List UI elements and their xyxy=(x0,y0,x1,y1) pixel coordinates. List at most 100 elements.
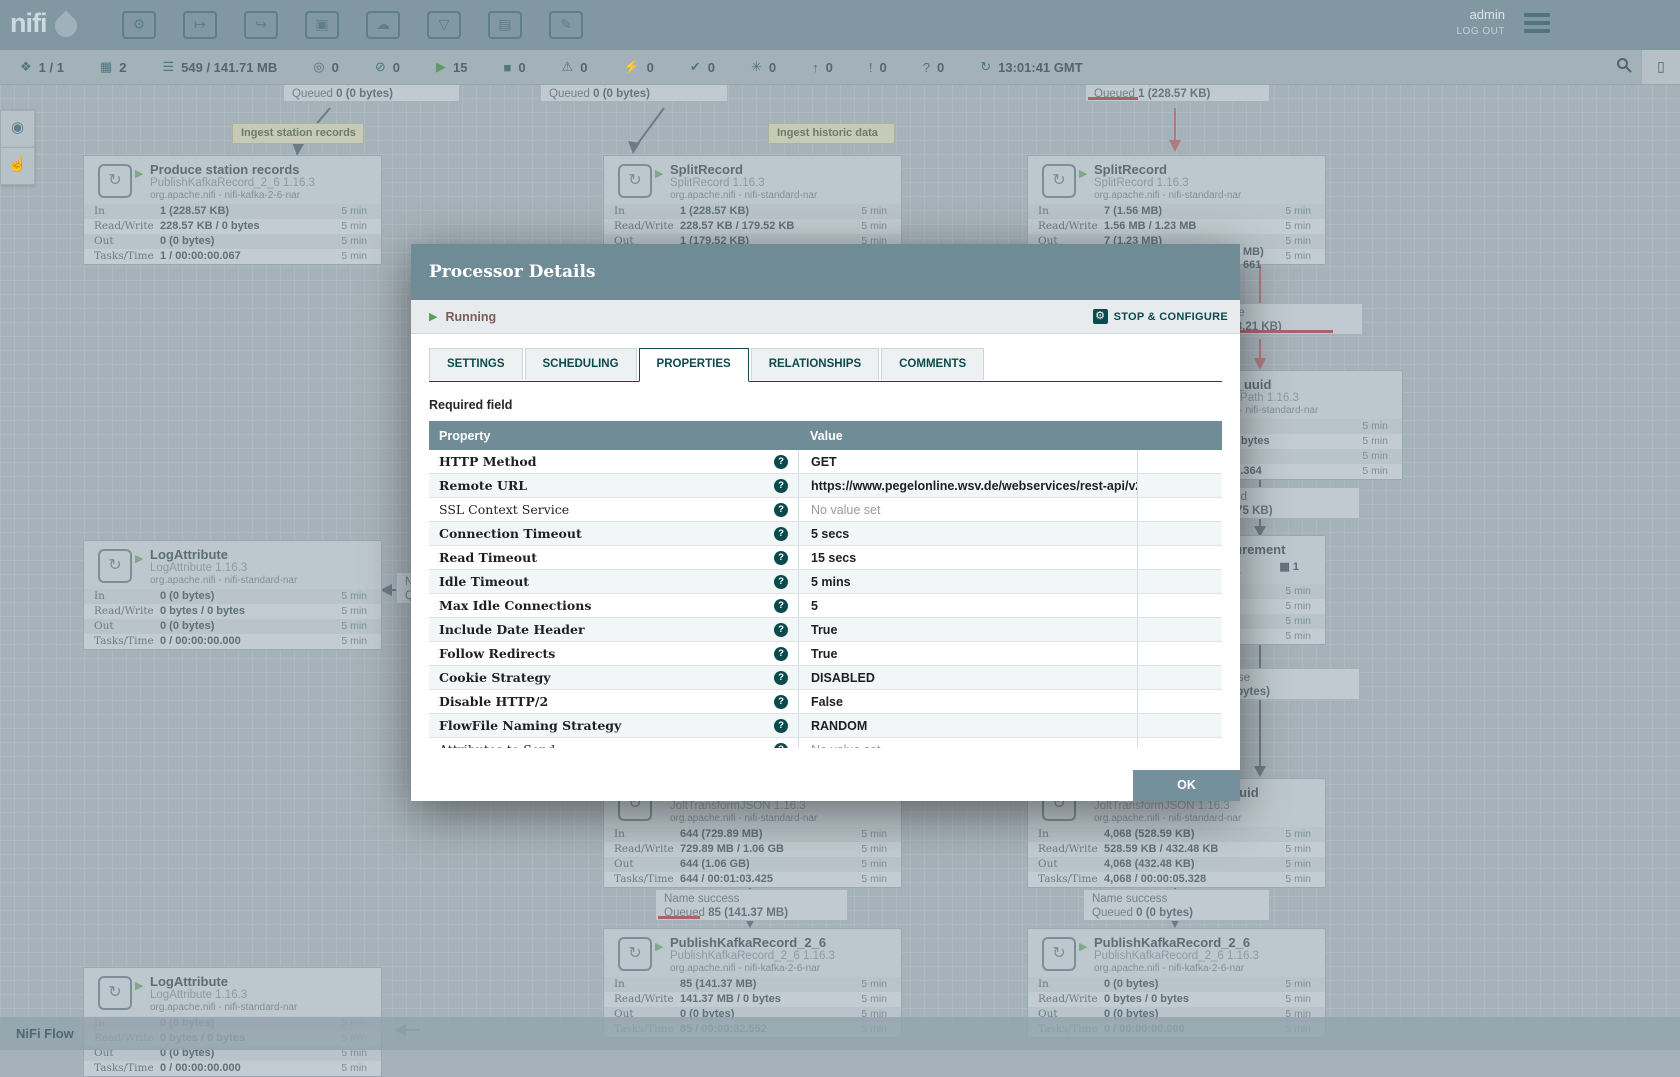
processor-name: SplitRecord xyxy=(670,162,743,177)
status-item-locally-modified: ✳0 xyxy=(751,59,776,75)
stat-label: Read/Write xyxy=(1038,220,1098,232)
processor-name: LogAttribute xyxy=(150,974,228,989)
dialog-tabs: SETTINGSSCHEDULINGPROPERTIESRELATIONSHIP… xyxy=(429,348,1222,382)
help-icon[interactable]: ? xyxy=(774,695,788,709)
help-icon[interactable]: ? xyxy=(774,671,788,685)
value-cell[interactable]: No value set xyxy=(798,738,1137,748)
stat-label: Read/Write xyxy=(614,993,674,1005)
tab-relationships[interactable]: RELATIONSHIPS xyxy=(751,348,879,380)
ok-button[interactable]: OK xyxy=(1133,770,1240,801)
current-user: admin xyxy=(1456,7,1505,22)
refresh-icon[interactable]: ↻ xyxy=(980,59,991,75)
stat-row: Tasks/Time4,068 / 00:00:05.3285 min xyxy=(1028,872,1325,887)
property-row: Remote URL?https://www.pegelonline.wsv.d… xyxy=(429,474,1222,498)
value-cell[interactable]: False xyxy=(798,690,1137,713)
stat-period: 5 min xyxy=(1285,220,1311,232)
run-state-icon: ▶ xyxy=(135,167,143,180)
funnel-icon[interactable]: ▽ xyxy=(427,11,461,39)
value-cell[interactable]: True xyxy=(798,642,1137,665)
value-cell[interactable]: DISABLED xyxy=(798,666,1137,689)
status-item-value: 2 xyxy=(119,60,126,75)
stat-period: 5 min xyxy=(861,843,887,855)
operate-panel-icon[interactable]: ▯ xyxy=(1641,50,1680,84)
stat-row: Read/Write228.57 KB / 0 bytes5 min xyxy=(84,219,381,234)
queue-count: Queued 0 (0 bytes) xyxy=(292,87,459,101)
stat-period: 5 min xyxy=(1285,615,1311,627)
status-item-stale: ↑0 xyxy=(812,59,833,75)
breadcrumb[interactable]: NiFi Flow xyxy=(16,1026,74,1041)
help-icon[interactable]: ? xyxy=(774,527,788,541)
status-item-value: 15 xyxy=(453,60,467,75)
tab-comments[interactable]: COMMENTS xyxy=(881,348,984,380)
help-icon[interactable]: ? xyxy=(774,743,788,749)
stat-period: 5 min xyxy=(341,590,367,602)
process-group-icon[interactable]: ▣ xyxy=(305,11,339,39)
tab-settings[interactable]: SETTINGS xyxy=(429,348,523,380)
stat-row: In1 (228.57 KB)5 min xyxy=(604,204,901,219)
label-icon[interactable]: ✎ xyxy=(549,11,583,39)
template-icon[interactable]: ▤ xyxy=(488,11,522,39)
processor-icon[interactable]: ⚙ xyxy=(122,11,156,39)
stat-row: In4,068 (528.59 KB)5 min xyxy=(1028,827,1325,842)
help-icon[interactable]: ? xyxy=(774,503,788,517)
input-port-icon[interactable]: ↦ xyxy=(183,11,217,39)
stat-period: 5 min xyxy=(861,220,887,232)
tab-scheduling[interactable]: SCHEDULING xyxy=(525,348,637,380)
last-refresh-time: 13:01:41 GMT xyxy=(998,60,1083,75)
stat-label: Out xyxy=(94,235,114,247)
value-cell[interactable]: 15 secs xyxy=(798,546,1137,569)
value-cell[interactable]: https://www.pegelonline.wsv.de/webservic… xyxy=(798,474,1137,497)
stat-period: 5 min xyxy=(341,1062,367,1074)
stop-configure-button[interactable]: STOP & CONFIGURE xyxy=(1114,311,1228,323)
property-cell: Connection Timeout? xyxy=(429,522,798,545)
invalid-icon: ⚠ xyxy=(562,59,574,75)
stat-period: 5 min xyxy=(861,858,887,870)
spacer-cell xyxy=(1137,522,1222,545)
help-icon[interactable]: ? xyxy=(774,455,788,469)
processor-type: LogAttribute 1.16.3 xyxy=(150,562,247,574)
value-cell[interactable]: No value set xyxy=(798,498,1137,521)
help-icon[interactable]: ? xyxy=(774,575,788,589)
global-menu-icon[interactable] xyxy=(1524,13,1550,37)
value-cell[interactable]: GET xyxy=(798,450,1137,473)
value-cell[interactable]: True xyxy=(798,618,1137,641)
stat-period: 5 min xyxy=(861,978,887,990)
stat-label: Read/Write xyxy=(1038,993,1098,1005)
output-port-icon[interactable]: ↪ xyxy=(244,11,278,39)
stat-label: Tasks/Time xyxy=(94,635,154,647)
status-item-value: 0 xyxy=(647,60,654,75)
value-cell[interactable]: 5 secs xyxy=(798,522,1137,545)
remote-process-group-icon[interactable]: ☁ xyxy=(366,11,400,39)
stat-row: In0 (0 bytes)5 min xyxy=(1028,977,1325,992)
stat-value: 644 / 00:01:03.425 xyxy=(680,873,773,885)
value-cell[interactable]: RANDOM xyxy=(798,714,1137,737)
backpressure-bar xyxy=(658,916,700,919)
status-item-value: 0 xyxy=(580,60,587,75)
property-row: Attributes to Send?No value set xyxy=(429,738,1222,748)
status-item-value: 549 / 141.71 MB xyxy=(181,60,277,75)
pan-hand-icon[interactable]: ☝ xyxy=(0,147,35,185)
stat-label: Tasks/Time xyxy=(1038,873,1098,885)
help-icon[interactable]: ? xyxy=(774,647,788,661)
help-icon[interactable]: ? xyxy=(774,623,788,637)
value-cell[interactable]: 5 xyxy=(798,594,1137,617)
birdseye-icon[interactable]: ◉ xyxy=(0,110,35,148)
help-icon[interactable]: ? xyxy=(774,479,788,493)
spacer-cell xyxy=(1137,714,1222,737)
stat-period: 5 min xyxy=(1285,250,1311,262)
help-icon[interactable]: ? xyxy=(774,551,788,565)
processor-type: SplitRecord 1.16.3 xyxy=(670,177,765,189)
search-icon[interactable] xyxy=(1607,57,1641,78)
tab-properties[interactable]: PROPERTIES xyxy=(639,348,749,382)
stat-period: 5 min xyxy=(341,235,367,247)
value-cell[interactable]: 5 mins xyxy=(798,570,1137,593)
stat-label: Read/Write xyxy=(614,843,674,855)
status-item-invalid: ⚠0 xyxy=(562,59,588,75)
status-bar: ❖1 / 1▦2☰549 / 141.71 MB◎0⊘0▶15■0⚠0⚡0✔0✳… xyxy=(0,50,1680,85)
stat-value: 0 (0 bytes) xyxy=(1104,978,1158,990)
help-icon[interactable]: ? xyxy=(774,719,788,733)
help-icon[interactable]: ? xyxy=(774,599,788,613)
spacer-cell xyxy=(1137,666,1222,689)
property-cell: HTTP Method? xyxy=(429,450,798,473)
logout-link[interactable]: LOG OUT xyxy=(1456,26,1505,37)
